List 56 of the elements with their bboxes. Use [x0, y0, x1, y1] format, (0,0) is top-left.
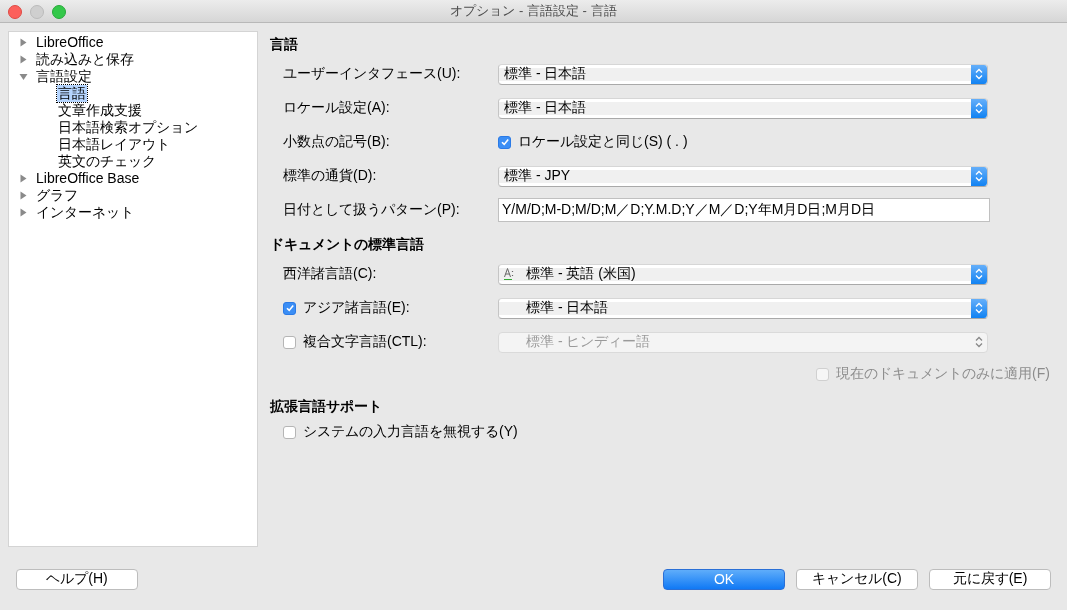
- expand-arrow-icon[interactable]: [19, 174, 28, 183]
- section-heading: 言語: [270, 35, 299, 54]
- field-label: ロケール設定(A):: [283, 99, 391, 117]
- tree-item[interactable]: グラフ: [35, 187, 79, 204]
- expand-arrow-icon[interactable]: [19, 55, 28, 64]
- window-title: オプション - 言語設定 - 言語: [450, 2, 617, 20]
- section-heading: ドキュメントの標準言語: [270, 235, 425, 254]
- tree-item[interactable]: 日本語検索オプション: [57, 119, 199, 136]
- tree-item[interactable]: 言語: [57, 85, 87, 102]
- field-label: 日付として扱うパターン(P):: [283, 201, 461, 219]
- tree-item[interactable]: LibreOffice: [35, 34, 105, 51]
- checkbox-label[interactable]: アジア諸言語(E):: [303, 299, 410, 317]
- tree-item[interactable]: LibreOffice Base: [35, 170, 141, 187]
- dialog-button[interactable]: キャンセル(C): [796, 568, 918, 590]
- field-label: 小数点の記号(B):: [283, 133, 391, 151]
- updown-arrows-icon: [975, 170, 983, 182]
- dropdown[interactable]: 標準 - 英語 (米国): [498, 263, 988, 285]
- updown-arrows-icon: [975, 268, 983, 280]
- field-label: ユーザーインタフェース(U):: [283, 65, 462, 83]
- expand-arrow-icon[interactable]: [19, 191, 28, 200]
- checkbox-label[interactable]: システムの入力言語を無視する(Y): [303, 423, 518, 441]
- dropdown-value: 標準 - 日本語: [504, 99, 587, 117]
- field-label: 西洋諸言語(C):: [283, 265, 378, 283]
- dropdown[interactable]: 標準 - 日本語: [498, 63, 988, 85]
- checkbox[interactable]: [283, 301, 296, 315]
- updown-arrows-icon: [975, 336, 983, 348]
- dropdown-value: 標準 - 英語 (米国): [526, 265, 636, 283]
- dialog-button[interactable]: ヘルプ(H): [16, 568, 138, 590]
- dialog-button[interactable]: 元に戻す(E): [929, 568, 1051, 590]
- tree-item[interactable]: インターネット: [35, 204, 135, 221]
- expand-arrow-icon[interactable]: [19, 208, 28, 217]
- updown-arrows-icon: [975, 68, 983, 80]
- checkbox-label[interactable]: ロケール設定と同じ(S) ( . ): [518, 133, 688, 151]
- dropdown-value: 標準 - JPY: [504, 167, 571, 185]
- dropdown[interactable]: 標準 - 日本語: [498, 297, 988, 319]
- checkbox[interactable]: [283, 425, 296, 439]
- dropdown[interactable]: 標準 - JPY: [498, 165, 988, 187]
- updown-arrows-icon: [975, 102, 983, 114]
- close-icon[interactable]: [8, 5, 22, 19]
- input-field[interactable]: Y/M/D;M-D;M/D;M／D;Y.M.D;Y／M／D;Y年M月D日;M月D日: [498, 198, 990, 222]
- dropdown[interactable]: 標準 - 日本語: [498, 97, 988, 119]
- tree-item[interactable]: 文章作成支援: [57, 102, 143, 119]
- tree-item[interactable]: 読み込みと保存: [35, 51, 135, 68]
- dropdown-value: 標準 - 日本語: [504, 65, 587, 83]
- dropdown-value: 標準 - 日本語: [526, 299, 609, 317]
- dropdown-value: 標準 - ヒンディー語: [526, 333, 651, 351]
- expand-arrow-icon[interactable]: [19, 38, 28, 47]
- section-heading: 拡張言語サポート: [270, 397, 383, 416]
- checkbox[interactable]: [498, 135, 511, 149]
- zoom-icon[interactable]: [52, 5, 66, 19]
- updown-arrows-icon: [975, 302, 983, 314]
- tree-item[interactable]: 言語設定: [35, 68, 93, 85]
- collapse-arrow-icon[interactable]: [19, 72, 28, 81]
- field-label: 標準の通貨(D):: [283, 167, 378, 185]
- tree-item[interactable]: 日本語レイアウト: [57, 136, 171, 153]
- tree-item[interactable]: 英文のチェック: [57, 153, 157, 170]
